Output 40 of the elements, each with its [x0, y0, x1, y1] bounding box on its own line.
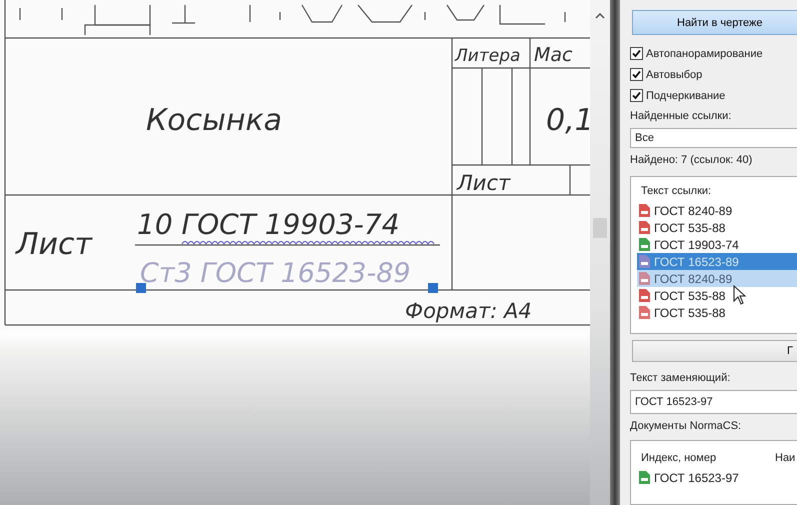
- column-header[interactable]: Индекс, номер: [637, 452, 771, 464]
- material-text: 10 ГОСТ 19903-74: [137, 208, 400, 241]
- found-count: Найдено: 7 (ссылок: 40): [630, 153, 754, 168]
- scroll-up-icon[interactable]: [595, 12, 605, 19]
- mouse-cursor-icon: [733, 285, 747, 305]
- checkbox-label: Автовыбор: [646, 68, 702, 80]
- replace-button[interactable]: Г: [632, 340, 797, 362]
- material-text: Ст3 ГОСТ 16523-89: [140, 258, 411, 289]
- reference-item[interactable]: ГОСТ 535-88: [637, 304, 797, 321]
- reference-item[interactable]: ГОСТ 8240-89: [637, 202, 797, 219]
- column-header: Текст ссылки:: [640, 185, 712, 199]
- document-item[interactable]: ГОСТ 16523-97: [637, 469, 797, 486]
- sheet-label: Лист: [16, 227, 92, 262]
- replacement-field[interactable]: ГОСТ 16523-97: [630, 390, 797, 414]
- filter-dropdown[interactable]: Все: [630, 128, 797, 148]
- grip-handle[interactable]: [136, 283, 146, 293]
- grip-handle[interactable]: [428, 283, 438, 293]
- format-label: Формат: А4: [405, 299, 532, 323]
- checkbox-label: Подчеркивание: [646, 90, 726, 102]
- sheet-header: Лист: [457, 171, 510, 195]
- column-header[interactable]: Наи: [771, 452, 796, 464]
- panel-splitter[interactable]: [610, 0, 620, 505]
- scroll-thumb[interactable]: [593, 218, 607, 238]
- documents-label: Документы NormaCS:: [630, 419, 742, 434]
- checkbox[interactable]: [630, 89, 643, 102]
- part-name: Косынка: [146, 103, 282, 138]
- found-label: Найденные ссылки:: [630, 109, 732, 124]
- find-button[interactable]: Найти в чертеже: [632, 10, 797, 35]
- scrollbar[interactable]: [590, 0, 610, 505]
- checkbox-label: Автопанорамирование: [646, 48, 763, 60]
- scale-header: Мас: [534, 44, 572, 66]
- checkbox[interactable]: [630, 47, 643, 60]
- scale-value: 0,1: [546, 103, 590, 138]
- reference-item[interactable]: ГОСТ 19903-74: [637, 236, 797, 253]
- reference-item[interactable]: ГОСТ 535-88: [637, 219, 797, 236]
- replacement-label: Текст заменяющий:: [630, 371, 732, 386]
- reference-item[interactable]: ГОСТ 8240-89: [637, 270, 797, 287]
- letter-header: Литера: [455, 46, 520, 66]
- checkbox[interactable]: [630, 68, 643, 81]
- reference-item[interactable]: ГОСТ 535-88: [637, 287, 797, 304]
